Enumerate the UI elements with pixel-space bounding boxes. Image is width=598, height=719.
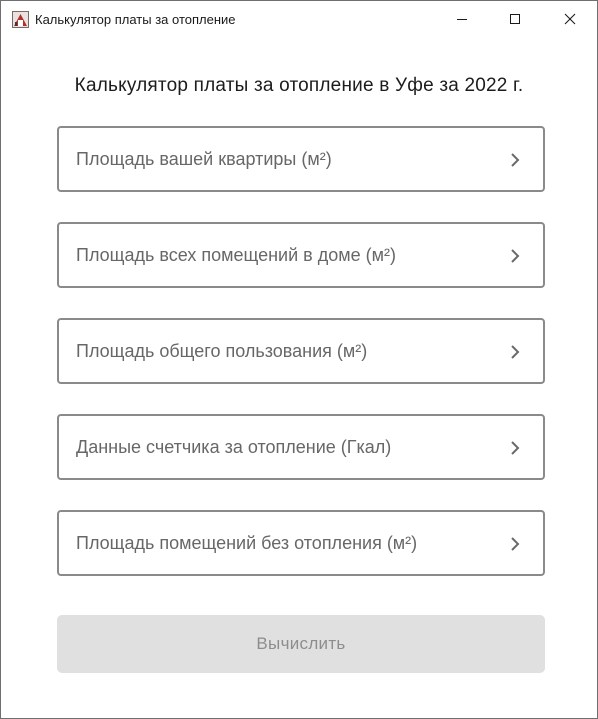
close-icon bbox=[564, 13, 576, 25]
common-area-field[interactable]: Площадь общего пользования (м²) bbox=[57, 318, 545, 384]
field-label: Данные счетчика за отопление (Гкал) bbox=[76, 437, 392, 457]
app-window: Калькулятор платы за отопление Калькулят… bbox=[0, 0, 598, 719]
minimize-button[interactable] bbox=[439, 1, 485, 37]
minimize-icon bbox=[457, 19, 467, 20]
chevron-right-icon bbox=[511, 345, 520, 359]
window-title: Калькулятор платы за отопление bbox=[35, 12, 236, 27]
app-icon bbox=[12, 11, 29, 28]
maximize-icon bbox=[510, 14, 520, 24]
page-title: Калькулятор платы за отопление в Уфе за … bbox=[74, 75, 524, 96]
close-button[interactable] bbox=[547, 1, 593, 37]
field-label: Площадь помещений без отопления (м²) bbox=[76, 533, 418, 553]
title-bar[interactable]: Калькулятор платы за отопление bbox=[1, 1, 597, 37]
chevron-right-icon bbox=[511, 441, 520, 455]
field-label: Площадь вашей квартиры (м²) bbox=[76, 149, 332, 169]
heat-meter-field[interactable]: Данные счетчика за отопление (Гкал) bbox=[57, 414, 545, 480]
building-area-field[interactable]: Площадь всех помещений в доме (м²) bbox=[57, 222, 545, 288]
apartment-area-field[interactable]: Площадь вашей квартиры (м²) bbox=[57, 126, 545, 192]
field-label: Площадь всех помещений в доме (м²) bbox=[76, 245, 396, 265]
chevron-right-icon bbox=[511, 537, 520, 551]
chevron-right-icon bbox=[511, 153, 520, 167]
calculate-button[interactable]: Вычислить bbox=[57, 615, 545, 673]
unheated-area-field[interactable]: Площадь помещений без отопления (м²) bbox=[57, 510, 545, 576]
field-label: Площадь общего пользования (м²) bbox=[76, 341, 368, 361]
maximize-button[interactable] bbox=[492, 1, 538, 37]
chevron-right-icon bbox=[511, 249, 520, 263]
